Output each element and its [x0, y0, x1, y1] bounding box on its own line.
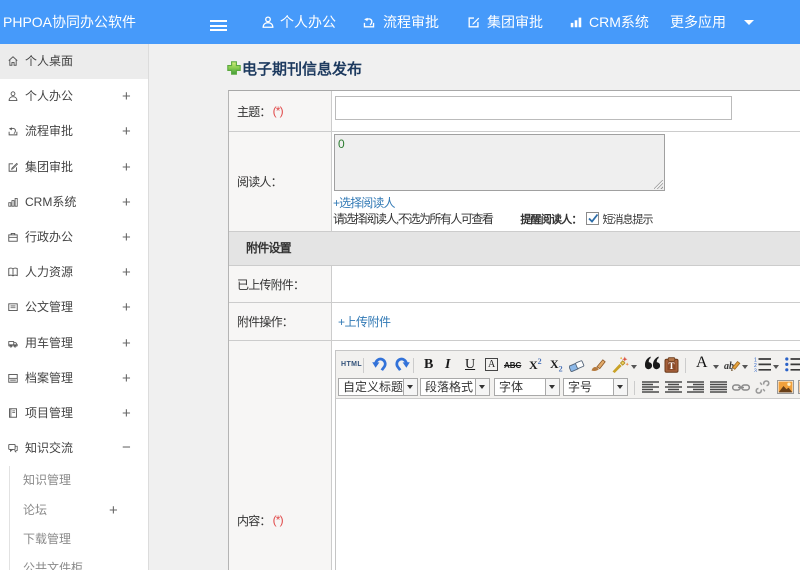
svg-text:T: T [668, 361, 674, 371]
svg-text:3: 3 [754, 368, 757, 372]
